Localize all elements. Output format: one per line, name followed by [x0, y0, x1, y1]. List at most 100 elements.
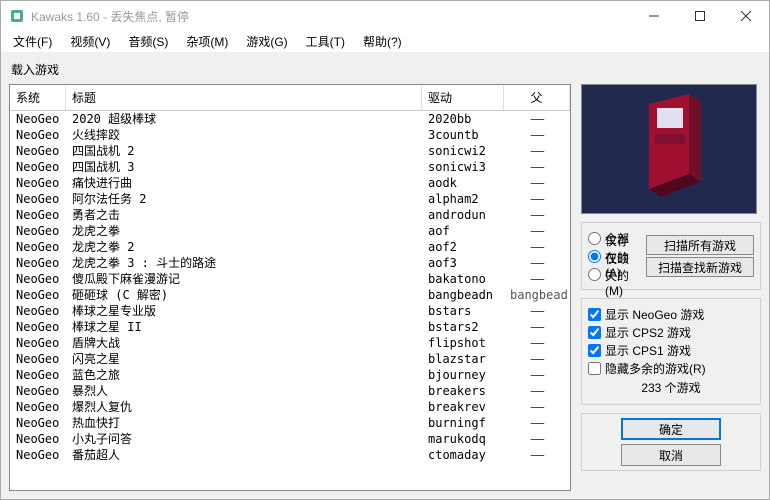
- app-icon: [9, 8, 25, 24]
- cell-system: NeoGeo: [10, 191, 66, 207]
- table-row[interactable]: NeoGeo番茄超人ctomaday——: [10, 447, 570, 463]
- table-row[interactable]: NeoGeo爆烈人复仇breakrev——: [10, 399, 570, 415]
- cell-parent: ——: [504, 111, 570, 127]
- table-row[interactable]: NeoGeo龙虎之拳 2aof2——: [10, 239, 570, 255]
- cell-title: 蓝色之旅: [66, 367, 422, 383]
- minimize-button[interactable]: [631, 1, 677, 31]
- cell-title: 龙虎之拳: [66, 223, 422, 239]
- cell-driver: burningf: [422, 415, 504, 431]
- cell-title: 四国战机 3: [66, 159, 422, 175]
- cell-driver: marukodq: [422, 431, 504, 447]
- table-row[interactable]: NeoGeo龙虎之拳 3 : 斗士的路途aof3——: [10, 255, 570, 271]
- cell-parent: ——: [504, 143, 570, 159]
- cell-system: NeoGeo: [10, 367, 66, 383]
- table-row[interactable]: NeoGeo棒球之星专业版bstars——: [10, 303, 570, 319]
- menu-video[interactable]: 视频(V): [62, 31, 118, 52]
- table-row[interactable]: NeoGeo棒球之星 IIbstars2——: [10, 319, 570, 335]
- cell-title: 四国战机 2: [66, 143, 422, 159]
- cell-parent: ——: [504, 255, 570, 271]
- menu-misc[interactable]: 杂项(M): [178, 31, 236, 52]
- col-driver[interactable]: 驱动: [422, 85, 504, 110]
- table-row[interactable]: NeoGeo四国战机 3sonicwi3——: [10, 159, 570, 175]
- maximize-button[interactable]: [677, 1, 723, 31]
- table-row[interactable]: NeoGeo勇者之击androdun——: [10, 207, 570, 223]
- menu-audio[interactable]: 音频(S): [120, 31, 176, 52]
- dialog-buttons: 确定 取消: [581, 413, 761, 471]
- table-row[interactable]: NeoGeo四国战机 2sonicwi2——: [10, 143, 570, 159]
- cell-system: NeoGeo: [10, 111, 66, 127]
- cell-title: 龙虎之拳 3 : 斗士的路途: [66, 255, 422, 271]
- cell-title: 小丸子问答: [66, 431, 422, 447]
- menu-help[interactable]: 帮助(?): [355, 31, 410, 52]
- cell-parent: ——: [504, 239, 570, 255]
- table-row[interactable]: NeoGeo阿尔法任务 2alpham2——: [10, 191, 570, 207]
- check-hide-extra[interactable]: 隐藏多余的游戏(R): [588, 359, 754, 377]
- table-row[interactable]: NeoGeo砸砸球 (C 解密)bangbeadnbangbead: [10, 287, 570, 303]
- cell-system: NeoGeo: [10, 383, 66, 399]
- cancel-button[interactable]: 取消: [621, 444, 721, 466]
- cell-title: 火线摔跤: [66, 127, 422, 143]
- table-row[interactable]: NeoGeo热血快打burningf——: [10, 415, 570, 431]
- cell-title: 勇者之击: [66, 207, 422, 223]
- col-title[interactable]: 标题: [66, 85, 422, 110]
- table-row[interactable]: NeoGeo小丸子问答marukodq——: [10, 431, 570, 447]
- cell-system: NeoGeo: [10, 335, 66, 351]
- ok-button[interactable]: 确定: [621, 418, 721, 440]
- cell-parent: ——: [504, 383, 570, 399]
- table-row[interactable]: NeoGeo傻瓜殿下麻雀漫游记bakatono——: [10, 271, 570, 287]
- table-row[interactable]: NeoGeo盾牌大战flipshot——: [10, 335, 570, 351]
- menu-file[interactable]: 文件(F): [5, 31, 60, 52]
- table-row[interactable]: NeoGeo痛快进行曲aodk——: [10, 175, 570, 191]
- scan-new-button[interactable]: 扫描查找新游戏: [646, 257, 754, 277]
- cell-title: 痛快进行曲: [66, 175, 422, 191]
- cell-system: NeoGeo: [10, 351, 66, 367]
- cell-parent: ——: [504, 303, 570, 319]
- cell-driver: sonicwi2: [422, 143, 504, 159]
- game-count: 233 个游戏: [588, 377, 754, 398]
- cell-system: NeoGeo: [10, 319, 66, 335]
- cell-parent: ——: [504, 415, 570, 431]
- cell-parent: bangbead: [504, 287, 570, 303]
- table-row[interactable]: NeoGeo闪亮之星blazstar——: [10, 351, 570, 367]
- check-neogeo[interactable]: 显示 NeoGeo 游戏: [588, 305, 754, 323]
- table-row[interactable]: NeoGeo龙虎之拳aof——: [10, 223, 570, 239]
- cell-driver: flipshot: [422, 335, 504, 351]
- cell-driver: sonicwi3: [422, 159, 504, 175]
- cell-system: NeoGeo: [10, 287, 66, 303]
- check-cps2[interactable]: 显示 CPS2 游戏: [588, 323, 754, 341]
- cell-driver: 2020bb: [422, 111, 504, 127]
- table-row[interactable]: NeoGeo2020 超级棒球2020bb——: [10, 111, 570, 127]
- cell-system: NeoGeo: [10, 255, 66, 271]
- menu-tools[interactable]: 工具(T): [298, 31, 353, 52]
- col-parent[interactable]: 父: [504, 85, 570, 110]
- cell-system: NeoGeo: [10, 143, 66, 159]
- cell-parent: ——: [504, 335, 570, 351]
- table-row[interactable]: NeoGeo蓝色之旅bjourney——: [10, 367, 570, 383]
- cell-driver: aof2: [422, 239, 504, 255]
- cell-driver: ctomaday: [422, 447, 504, 463]
- cell-system: NeoGeo: [10, 447, 66, 463]
- cell-title: 盾牌大战: [66, 335, 422, 351]
- arcade-cabinet-icon: [629, 94, 709, 204]
- cell-title: 傻瓜殿下麻雀漫游记: [66, 271, 422, 287]
- scan-all-button[interactable]: 扫描所有游戏: [646, 235, 754, 255]
- cell-system: NeoGeo: [10, 415, 66, 431]
- check-cps1[interactable]: 显示 CPS1 游戏: [588, 341, 754, 359]
- close-button[interactable]: [723, 1, 769, 31]
- side-panel: 全部 仅存在的(A) 仅缺失的(M) 扫描所有游戏 扫描查找新游戏 显示 Neo…: [581, 84, 761, 491]
- table-row[interactable]: NeoGeo火线摔跤3countb——: [10, 127, 570, 143]
- radio-missing[interactable]: 仅缺失的(M): [588, 265, 640, 283]
- menu-game[interactable]: 游戏(G): [238, 31, 295, 52]
- table-row[interactable]: NeoGeo暴烈人breakers——: [10, 383, 570, 399]
- cell-system: NeoGeo: [10, 223, 66, 239]
- cell-title: 阿尔法任务 2: [66, 191, 422, 207]
- cell-title: 番茄超人: [66, 447, 422, 463]
- cell-driver: blazstar: [422, 351, 504, 367]
- cell-system: NeoGeo: [10, 159, 66, 175]
- cell-system: NeoGeo: [10, 399, 66, 415]
- menubar: 文件(F) 视频(V) 音频(S) 杂项(M) 游戏(G) 工具(T) 帮助(?…: [1, 31, 769, 53]
- game-list-panel: 系统 标题 驱动 父 NeoGeo2020 超级棒球2020bb——NeoGeo…: [9, 84, 571, 491]
- cell-title: 热血快打: [66, 415, 422, 431]
- game-list[interactable]: NeoGeo2020 超级棒球2020bb——NeoGeo火线摔跤3countb…: [10, 111, 570, 490]
- col-system[interactable]: 系统: [10, 85, 66, 110]
